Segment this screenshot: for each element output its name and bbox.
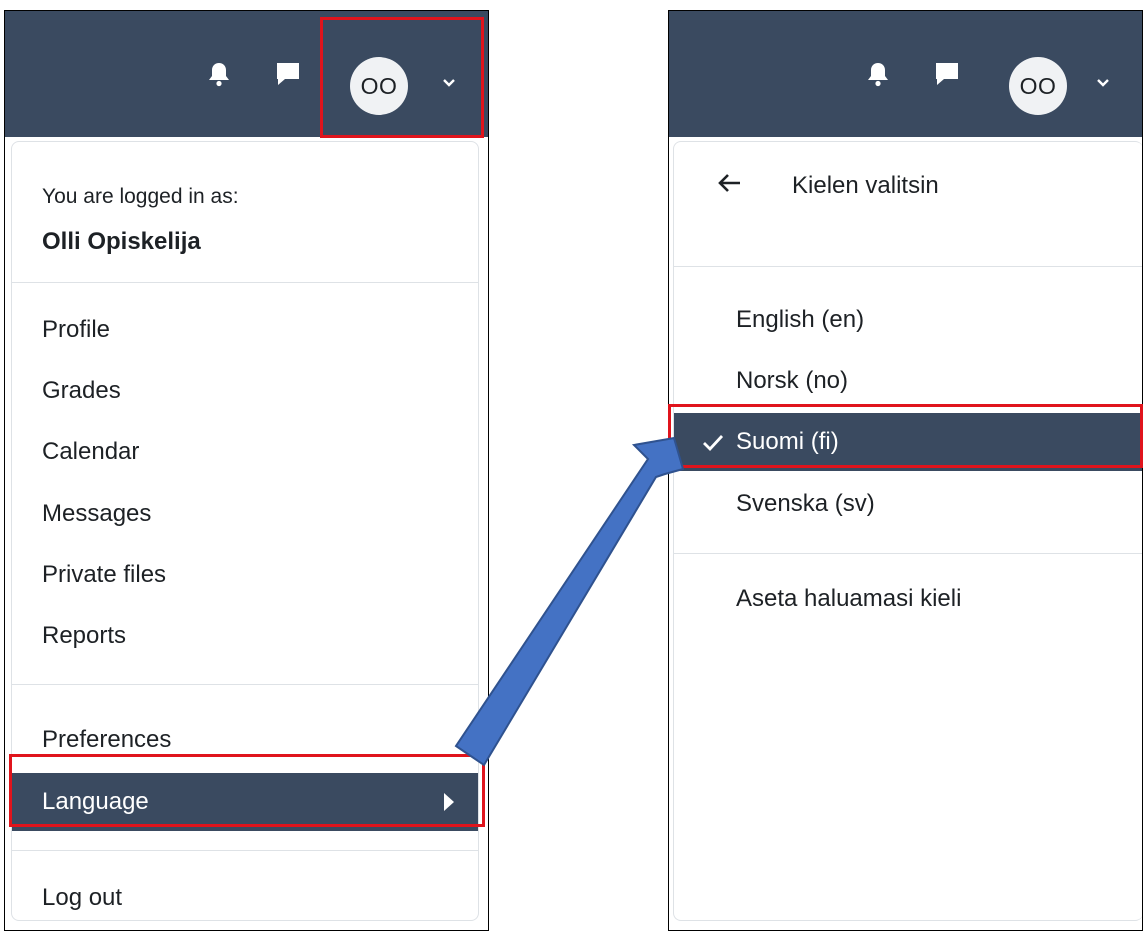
menu-item-reports[interactable]: Reports — [12, 607, 478, 665]
chat-bubble-icon[interactable] — [932, 59, 962, 89]
bell-icon[interactable] — [204, 59, 234, 89]
divider — [674, 266, 1142, 267]
logged-in-label: You are logged in as: — [42, 185, 239, 208]
navbar: OO — [5, 11, 488, 137]
arrow-left-icon[interactable] — [714, 168, 744, 198]
menu-item-language-label: Language — [42, 788, 149, 815]
language-option-suomi[interactable]: Suomi (fi) — [674, 413, 1142, 471]
menu-item-calendar[interactable]: Calendar — [12, 423, 478, 481]
language-dropdown-menu: Kielen valitsin English (en) Norsk (no) … — [673, 141, 1142, 921]
chevron-down-icon[interactable] — [1095, 75, 1111, 91]
language-option-english[interactable]: English (en) — [674, 291, 1142, 349]
user-full-name: Olli Opiskelija — [42, 228, 201, 255]
chevron-down-icon[interactable] — [441, 75, 457, 91]
divider — [12, 684, 478, 685]
caret-right-icon — [444, 793, 454, 811]
chat-bubble-icon[interactable] — [273, 59, 303, 89]
divider — [12, 282, 478, 283]
check-icon — [702, 432, 724, 452]
menu-item-logout[interactable]: Log out — [12, 869, 478, 927]
navbar: OO — [669, 11, 1142, 137]
avatar[interactable]: OO — [350, 57, 408, 115]
language-option-norsk[interactable]: Norsk (no) — [674, 352, 1142, 410]
language-option-svenska[interactable]: Svenska (sv) — [674, 475, 1142, 533]
submenu-title: Kielen valitsin — [792, 172, 939, 199]
divider — [12, 850, 478, 851]
divider — [674, 553, 1142, 554]
avatar[interactable]: OO — [1009, 57, 1067, 115]
menu-item-grades[interactable]: Grades — [12, 362, 478, 420]
bell-icon[interactable] — [863, 59, 893, 89]
menu-item-preferences[interactable]: Preferences — [12, 711, 478, 769]
language-option-suomi-label: Suomi (fi) — [736, 428, 839, 455]
user-menu-panel: OO You are logged in as: Olli Opiskelija… — [4, 10, 489, 931]
set-preferred-language-link[interactable]: Aseta haluamasi kieli — [674, 570, 1142, 628]
menu-item-messages[interactable]: Messages — [12, 485, 478, 543]
user-dropdown-menu: You are logged in as: Olli Opiskelija Pr… — [11, 141, 479, 921]
language-submenu-panel: OO Kielen valitsin English (en) Norsk (n… — [668, 10, 1143, 931]
menu-item-profile[interactable]: Profile — [12, 301, 478, 359]
menu-item-private-files[interactable]: Private files — [12, 546, 478, 604]
menu-item-language[interactable]: Language — [12, 773, 478, 831]
